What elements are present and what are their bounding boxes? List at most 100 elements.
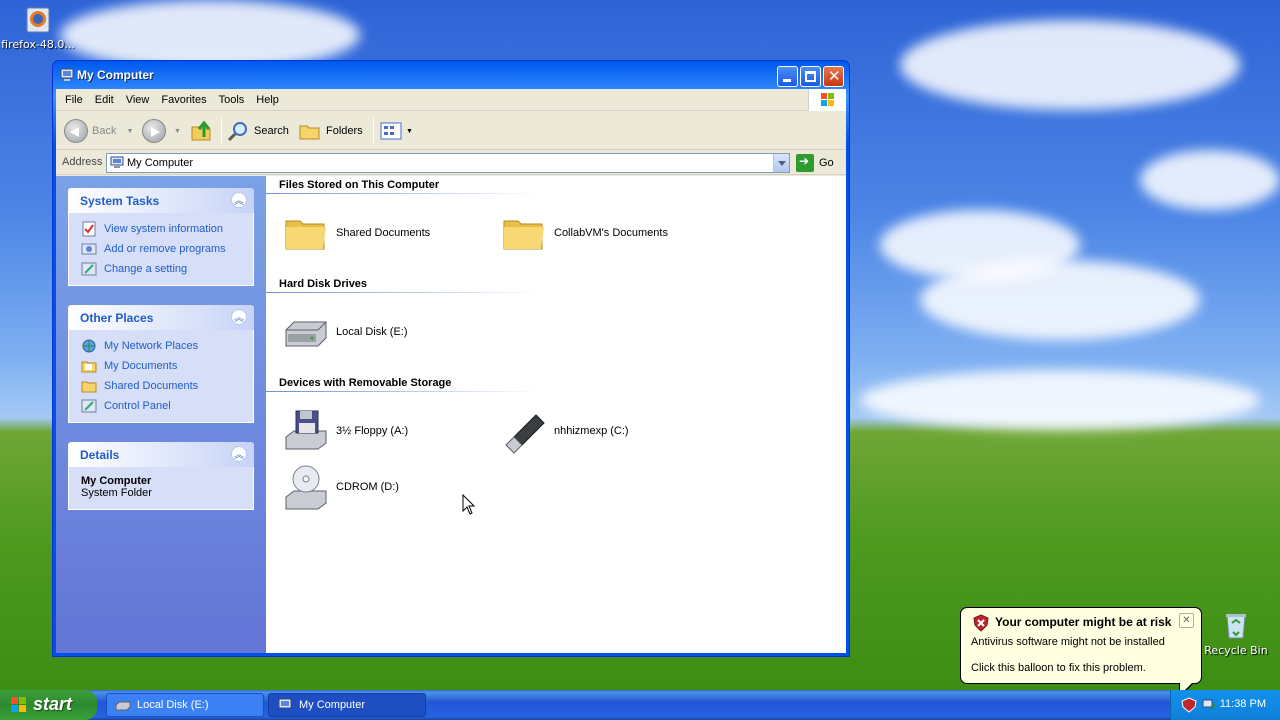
system-tasks-panel: System Tasks View system information Add… (68, 188, 254, 286)
forward-button[interactable]: ▼ (142, 118, 181, 144)
place-my-documents[interactable]: My Documents (81, 356, 253, 376)
windows-logo-icon (808, 89, 846, 111)
hard-disk-icon (115, 701, 131, 711)
place-control-panel[interactable]: Control Panel (81, 396, 253, 416)
item-collabvm-documents[interactable]: CollabVM's Documents (500, 209, 668, 257)
task-add-remove-programs[interactable]: Add or remove programs (81, 239, 253, 259)
taskbar-item-my-computer[interactable]: My Computer (268, 693, 426, 717)
balloon-message: Antivirus software might not be installe… (971, 636, 1165, 648)
item-floppy-a[interactable]: 3½ Floppy (A:) (282, 407, 408, 455)
window-client: File Edit View Favorites Tools Help Back… (56, 89, 846, 653)
task-change-setting[interactable]: Change a setting (81, 259, 253, 279)
address-dropdown-button[interactable] (773, 154, 789, 172)
toolbar-separator (373, 118, 374, 144)
balloon-close-button[interactable]: ✕ (1179, 613, 1194, 628)
details-header[interactable]: Details (68, 442, 254, 467)
forward-arrow-icon (142, 119, 166, 143)
toolbar-separator (221, 118, 222, 144)
menu-view[interactable]: View (120, 94, 156, 106)
start-button[interactable]: start (0, 690, 97, 720)
balloon-title: Your computer might be at risk (995, 615, 1172, 629)
folders-icon (299, 125, 320, 140)
menu-tools[interactable]: Tools (213, 94, 251, 106)
address-input[interactable]: My Computer (106, 153, 790, 173)
my-computer-icon (110, 156, 124, 170)
taskbar-item-local-disk[interactable]: Local Disk (E:) (106, 693, 264, 717)
task-pane: System Tasks View system information Add… (56, 176, 266, 653)
menu-help[interactable]: Help (250, 94, 285, 106)
item-usb-drive-c[interactable]: nhhizmexp (C:) (500, 407, 629, 455)
other-places-header[interactable]: Other Places (68, 305, 254, 330)
details-panel: Details My Computer System Folder (68, 442, 254, 510)
place-shared-documents[interactable]: Shared Documents (81, 376, 253, 396)
my-documents-icon (81, 361, 97, 373)
collapse-chevron-icon[interactable] (231, 192, 247, 208)
go-button[interactable]: Go (796, 153, 834, 173)
menu-bar: File Edit View Favorites Tools Help (56, 89, 846, 111)
control-panel-icon (81, 262, 97, 276)
cd-drive-icon (282, 463, 330, 511)
sky-cloud (920, 260, 1200, 340)
network-places-icon (82, 339, 96, 353)
address-bar: Address My Computer Go (56, 151, 846, 175)
collapse-chevron-icon[interactable] (231, 446, 247, 462)
my-computer-icon (59, 67, 75, 83)
title-bar[interactable]: My Computer ✕ (53, 61, 849, 89)
collapse-chevron-icon[interactable] (231, 309, 247, 325)
folders-button[interactable]: Folders (298, 118, 363, 144)
up-folder-icon (191, 120, 211, 141)
mouse-cursor-icon (462, 494, 476, 515)
details-name: My Computer (81, 475, 152, 487)
folder-icon (81, 381, 97, 393)
clock[interactable]: 11:38 PM (1220, 698, 1266, 710)
security-alert-tray-icon[interactable] (1181, 697, 1197, 713)
group-divider (266, 292, 542, 293)
group-header-removable: Devices with Removable Storage (279, 377, 452, 389)
system-tray: 11:38 PM (1170, 690, 1280, 720)
menu-favorites[interactable]: Favorites (155, 94, 212, 106)
windows-flag-icon (11, 697, 26, 712)
item-cdrom-d[interactable]: CDROM (D:) (282, 463, 399, 511)
my-computer-icon (278, 698, 292, 709)
desktop-icon-label: firefox-48.0... (1, 38, 75, 51)
maximize-button[interactable] (800, 66, 821, 87)
menu-edit[interactable]: Edit (89, 94, 120, 106)
place-my-network-places[interactable]: My Network Places (81, 336, 253, 356)
system-tasks-header[interactable]: System Tasks (68, 188, 254, 213)
search-button[interactable]: Search (226, 118, 289, 144)
sky-cloud (860, 370, 1260, 430)
firefox-installer-icon (21, 2, 55, 36)
desktop-icon-recycle-bin[interactable]: Recycle Bin (1198, 608, 1274, 657)
folder-icon (500, 209, 548, 257)
address-value: My Computer (127, 157, 194, 169)
other-places-panel: Other Places My Network Places My Docume… (68, 305, 254, 423)
forward-dropdown-icon[interactable]: ▼ (174, 128, 181, 135)
window-title: My Computer (77, 68, 154, 82)
go-arrow-icon (796, 154, 814, 172)
hard-disk-icon (282, 308, 330, 356)
back-button[interactable]: Back ▼ (64, 118, 133, 144)
views-button[interactable]: ▼ (379, 118, 413, 144)
up-folder-button[interactable] (190, 118, 214, 144)
usb-drive-icon (500, 407, 548, 455)
content-pane: Files Stored on This Computer Shared Doc… (266, 176, 846, 653)
system-info-icon (82, 221, 96, 237)
folder-icon (282, 209, 330, 257)
task-view-system-information[interactable]: View system information (81, 219, 253, 239)
taskbar: start Local Disk (E:) My Computer 11:38 … (0, 690, 1280, 720)
security-alert-balloon[interactable]: Your computer might be at risk ✕ Antivir… (960, 607, 1202, 698)
group-divider (266, 193, 542, 194)
item-local-disk-e[interactable]: Local Disk (E:) (282, 308, 408, 356)
recycle-bin-icon (1219, 608, 1253, 642)
back-dropdown-icon[interactable]: ▼ (126, 128, 133, 135)
desktop-icon-firefox[interactable]: firefox-48.0... (0, 2, 76, 51)
item-shared-documents[interactable]: Shared Documents (282, 209, 430, 257)
network-tray-icon[interactable] (1201, 697, 1217, 713)
minimize-button[interactable] (777, 66, 798, 87)
close-icon: ✕ (828, 67, 841, 85)
sky-cloud (1140, 150, 1280, 210)
details-type: System Folder (81, 487, 152, 499)
menu-file[interactable]: File (59, 94, 89, 106)
group-header-disks: Hard Disk Drives (279, 278, 368, 290)
close-button[interactable]: ✕ (823, 66, 844, 87)
